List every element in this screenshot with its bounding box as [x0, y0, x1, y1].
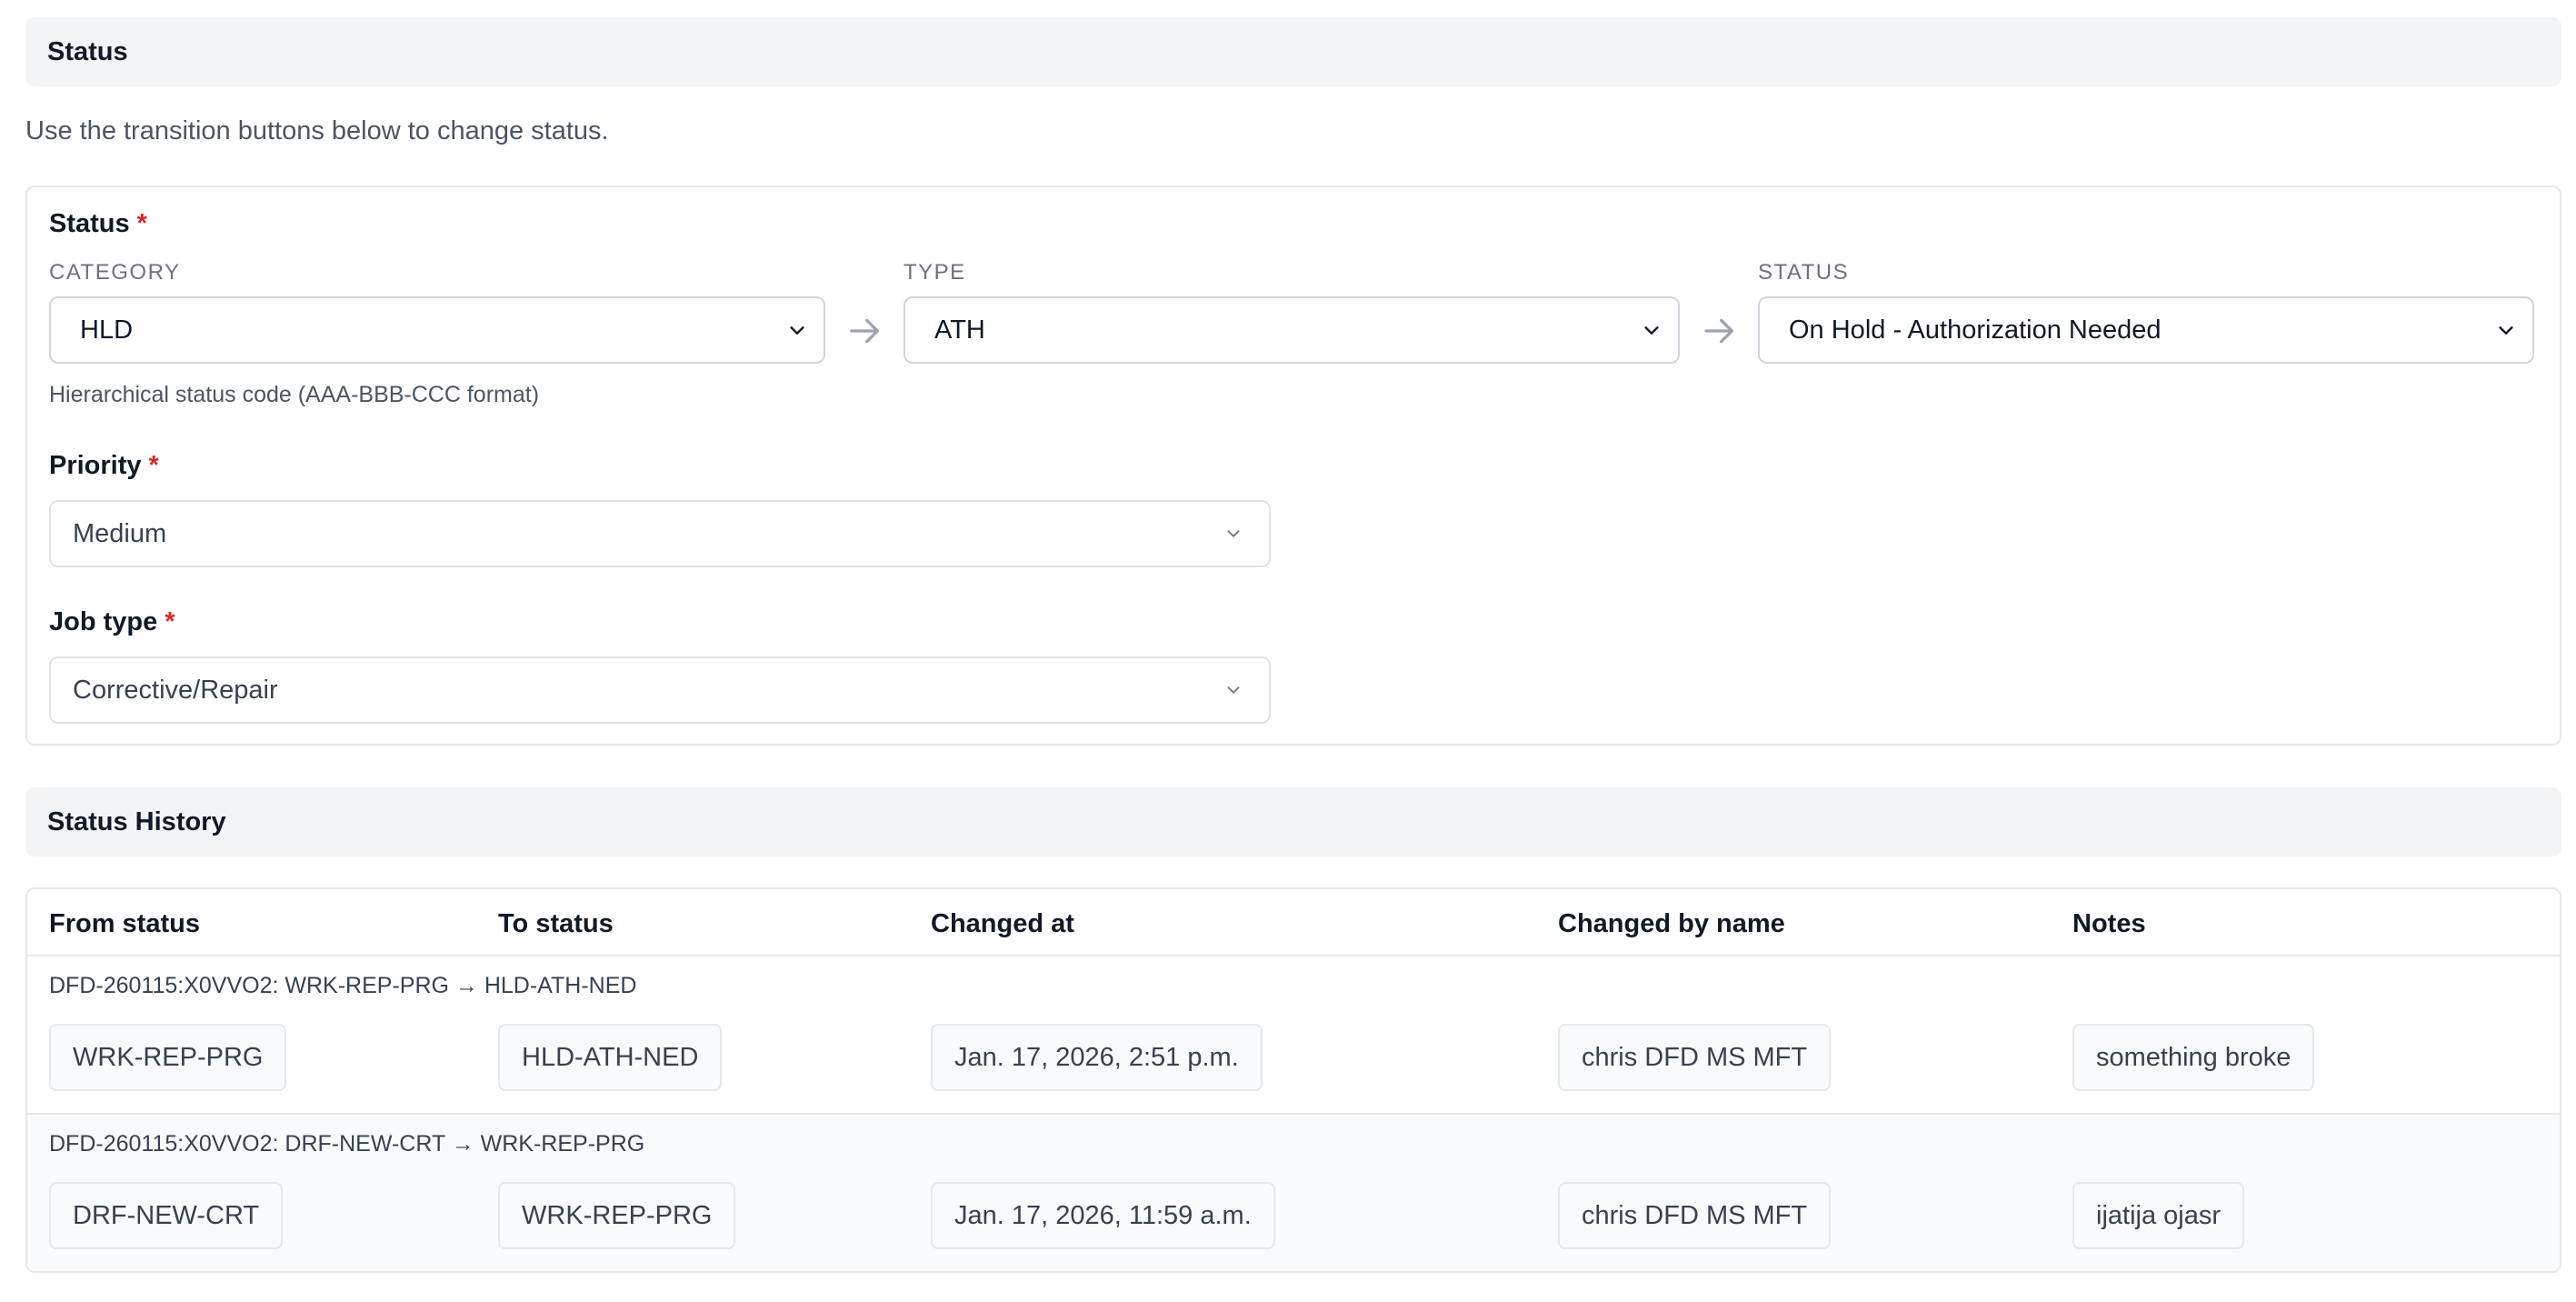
to-status-value: HLD-ATH-NED	[498, 1024, 723, 1091]
priority-field-label: Priority *	[49, 451, 159, 481]
status-select-value: On Hold - Authorization Needed	[1789, 315, 2162, 345]
required-marker: *	[148, 451, 159, 480]
chevron-down-icon	[790, 326, 804, 335]
status-field-label: Status *	[49, 209, 147, 239]
from-status-value: WRK-REP-PRG	[49, 1024, 287, 1091]
row-title[interactable]: DFD-260115:X0VVO2: WRK-REP-PRG → HLD-ATH…	[49, 973, 636, 999]
row-title[interactable]: DFD-260115:X0VVO2: DRF-NEW-CRT → WRK-REP…	[49, 1131, 644, 1157]
category-select[interactable]: HLD	[49, 296, 825, 364]
status-history-title: Status History	[47, 806, 226, 836]
chevron-down-icon	[1227, 530, 1240, 537]
job-type-field-label: Job type *	[49, 607, 175, 637]
job-type-select[interactable]: Corrective/Repair	[49, 656, 1271, 724]
column-header-notes: Notes	[2072, 909, 2146, 938]
category-sublabel: CATEGORY	[49, 260, 181, 285]
table-row[interactable]: DFD-260115:X0VVO2: DRF-NEW-CRT → WRK-REP…	[27, 1113, 2560, 1269]
required-marker: *	[165, 607, 175, 636]
column-header-from-status: From status	[49, 909, 200, 938]
category-select-value: HLD	[80, 315, 134, 345]
type-sublabel: TYPE	[904, 260, 966, 285]
arrow-right-icon	[850, 318, 879, 344]
status-label-text: Status	[49, 209, 130, 238]
required-marker: *	[136, 209, 147, 238]
changed-by-value: chris DFD MS MFT	[1558, 1024, 1832, 1091]
from-status-value: DRF-NEW-CRT	[49, 1182, 284, 1249]
notes-value: ijatija ojasr	[2072, 1182, 2244, 1249]
status-sublabel: STATUS	[1758, 260, 1850, 285]
chevron-down-icon	[2499, 326, 2513, 335]
status-section-title: Status	[47, 36, 128, 66]
chevron-down-icon	[1644, 326, 1659, 335]
column-header-changed-by: Changed by name	[1558, 909, 1785, 938]
status-select[interactable]: On Hold - Authorization Needed	[1758, 296, 2534, 364]
status-history-table: From status To status Changed at Changed…	[25, 887, 2561, 1273]
to-status-value: WRK-REP-PRG	[498, 1182, 736, 1249]
priority-select[interactable]: Medium	[49, 500, 1271, 567]
job-type-label-text: Job type	[49, 607, 158, 636]
changed-at-value: Jan. 17, 2026, 11:59 a.m.	[931, 1182, 1275, 1249]
changed-at-value: Jan. 17, 2026, 2:51 p.m.	[931, 1024, 1263, 1091]
column-header-to-status: To status	[498, 909, 614, 938]
status-format-hint: Hierarchical status code (AAA-BBB-CCC fo…	[49, 382, 540, 407]
type-select[interactable]: ATH	[904, 296, 1680, 364]
priority-select-value: Medium	[73, 518, 167, 548]
arrow-right-icon	[1704, 318, 1733, 344]
column-header-changed-at: Changed at	[931, 909, 1074, 938]
status-form-card: Status * CATEGORY TYPE STATUS HLD ATH On …	[25, 185, 2561, 746]
status-history-header: Status History	[25, 787, 2561, 856]
job-type-select-value: Corrective/Repair	[73, 675, 278, 705]
notes-value: something broke	[2072, 1024, 2315, 1091]
type-select-value: ATH	[934, 315, 985, 345]
table-row[interactable]: DFD-260115:X0VVO2: WRK-REP-PRG → HLD-ATH…	[27, 956, 2560, 1113]
status-section-header: Status	[25, 17, 2561, 86]
priority-label-text: Priority	[49, 451, 142, 480]
chevron-down-icon	[1227, 686, 1240, 694]
status-help-text: Use the transition buttons below to chan…	[25, 116, 609, 145]
changed-by-value: chris DFD MS MFT	[1558, 1182, 1832, 1249]
